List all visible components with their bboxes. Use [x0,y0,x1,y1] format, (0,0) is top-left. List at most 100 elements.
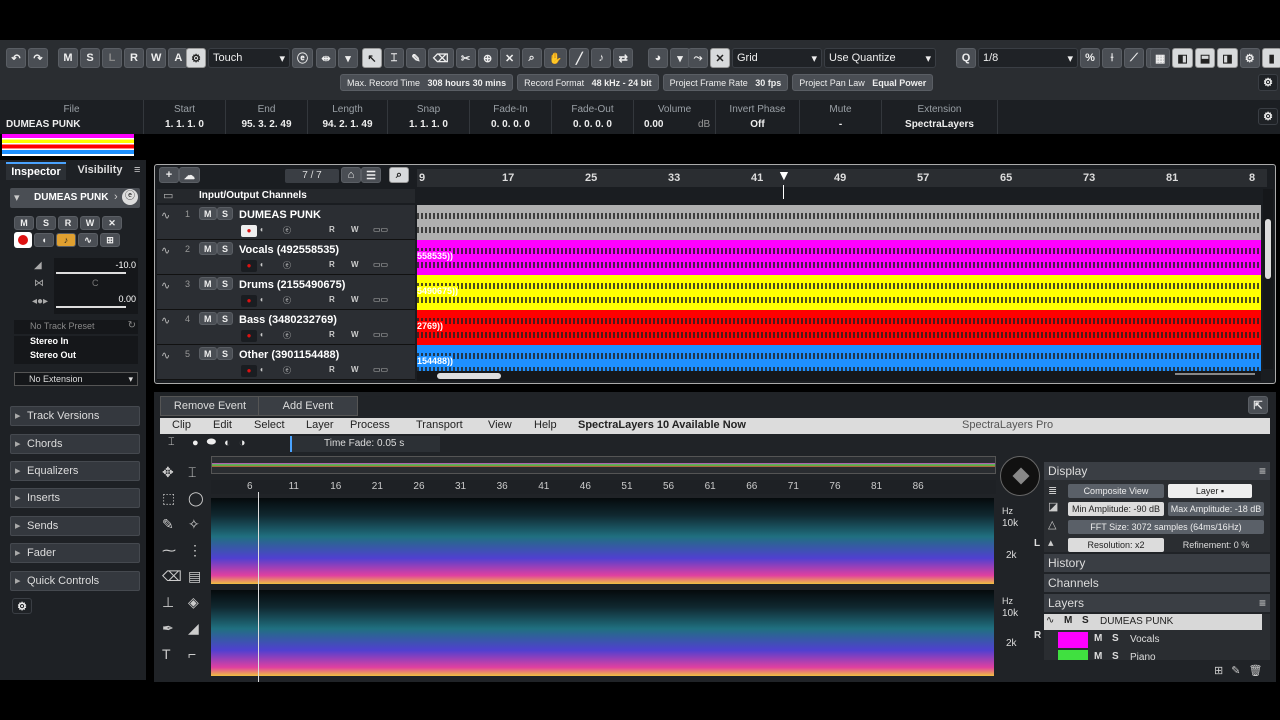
eyedropper-icon[interactable]: ⌐ [188,646,196,662]
automation-mode-select[interactable]: Touch ▾ [208,48,290,68]
layer-mute-button[interactable]: M [1064,615,1072,626]
timeline-ruler[interactable]: 9 17 25 33 41 49 57 65 73 81 8 [417,169,1267,187]
add-event-button[interactable]: Add Event [258,396,358,416]
layer-solo-button[interactable]: S [1082,615,1089,626]
spectrogram-left[interactable] [211,498,994,584]
extension-select[interactable]: No Extension ▾ [14,372,138,386]
line-select-icon[interactable]: ⁓ [162,542,176,559]
layer-mute-button[interactable]: M [1094,651,1102,660]
menu-transport[interactable]: Transport [416,419,463,431]
section-track-versions[interactable]: Track Versions [10,406,140,426]
track-write-button[interactable]: W [351,330,359,339]
edit-icon[interactable]: ⓔ [122,189,138,205]
track-channel-icon[interactable]: ▭▭ [373,330,388,339]
snap-mode-icon[interactable]: ⇹ [316,48,336,68]
settings-icon[interactable]: ⚙ [1239,48,1260,68]
menu-select[interactable]: Select [254,419,285,431]
monitor-icon[interactable]: ◖ [34,233,54,247]
track-monitor-icon[interactable]: ◖ [259,225,264,234]
audio-event[interactable]: 2769)) [417,310,1261,345]
track-write-button[interactable]: W [351,225,359,234]
volume-slider[interactable] [56,272,126,274]
layer-solo-button[interactable]: S [1112,633,1119,644]
info-length[interactable]: Length 94. 2. 1. 49 [308,100,388,134]
pencil-tool-icon[interactable]: ✎ [406,48,426,68]
eraser-icon[interactable]: ⌫ [162,568,182,585]
dot-small-icon[interactable]: ● [192,437,199,449]
color-dropdown-icon[interactable]: ▾ [670,48,690,68]
add-track-icon[interactable]: + [159,167,179,183]
home-icon[interactable]: ⌂ [341,167,361,183]
track-mute-button[interactable]: M [199,207,217,220]
info-snap[interactable]: Snap 1. 1. 1. 0 [388,100,470,134]
menu-help[interactable]: Help [534,419,557,431]
track-name[interactable]: DUMEAS PUNK [239,209,321,221]
track-record-icon[interactable]: ● [241,225,257,237]
play-tool-icon[interactable]: ♪ [591,48,612,68]
time-fade-field[interactable]: Time Fade: 0.05 s [290,436,440,452]
range-tool-icon[interactable]: ⌶ [384,48,404,68]
track-mute-button[interactable]: M [199,242,217,255]
v-scroll-thumb[interactable] [1265,219,1271,279]
h-scrollbar[interactable] [417,371,1261,381]
track-solo-button[interactable]: S [217,277,234,290]
text-tool-icon[interactable]: T [162,646,171,662]
erase-tool-icon[interactable]: ⌫ [428,48,454,68]
pick-icon[interactable]: ◢ [188,620,199,637]
dot-wide-icon[interactable]: ⬬ [207,436,216,449]
track-write-button[interactable]: W [351,260,359,269]
toggle2-icon[interactable]: ◑ [239,437,246,449]
input-routing[interactable]: Stereo In [14,336,138,350]
rect-select-icon[interactable]: ⬚ [162,490,175,507]
window-layout-icon[interactable]: ▮ [1261,48,1280,68]
menu-layer[interactable]: Layer [306,419,334,431]
send-slider[interactable] [56,306,126,308]
lower-zone-icon[interactable]: ⬓ [1194,48,1216,68]
split-tool-icon[interactable]: ✂ [455,48,476,68]
tab-inspector[interactable]: Inspector [6,162,66,180]
track-header[interactable]: ∿ 3 M S Drums (2155490675) ● ◖ ⓔ R W ▭▭ [157,275,415,310]
time-select-icon[interactable]: ⌶ [188,464,196,481]
track-solo-button[interactable]: S [217,207,234,220]
solo-all-button[interactable]: S [80,48,100,68]
spectral-ruler[interactable]: 6 11 16 21 26 31 36 41 46 51 56 61 66 71 76 81 86 [211,480,996,494]
layer-item[interactable]: M S Vocals [1058,632,1262,648]
spectral-overview[interactable] [211,456,996,474]
record-enable-icon[interactable] [14,232,32,248]
section-sends[interactable]: Sends [10,516,140,536]
audio-event[interactable]: 5490675)) [417,275,1261,310]
track-write-button[interactable]: W [351,295,359,304]
resolution-slider[interactable]: Resolution: x2 [1068,538,1164,552]
info-volume[interactable]: Volume 0.00 dB [634,100,716,134]
track-write-button[interactable]: W [351,365,359,374]
spectrogram-right[interactable] [211,590,994,676]
zoom-tool-icon[interactable]: ⌕ [521,48,542,68]
move-tool-icon[interactable]: ✥ [162,464,174,481]
search-icon[interactable]: ⌕ [389,167,409,183]
fft-size-slider[interactable]: FFT Size: 3072 samples (64ms/16Hz) [1068,520,1264,534]
track-mute-button[interactable]: M [199,277,217,290]
folder-track[interactable]: ▭ Input/Output Channels [157,189,415,203]
cursor-tool-icon[interactable]: ⌶ [168,436,184,449]
layer-mode-button[interactable]: Layer ▪ [1168,484,1252,498]
comp-tool-icon[interactable]: ✋ [543,48,568,68]
history-panel-header[interactable]: History [1044,554,1270,572]
stamp-icon[interactable]: ⊥ [162,594,174,611]
track-mute-button[interactable]: M [199,347,217,360]
min-amplitude-slider[interactable]: Min Amplitude: -90 dB [1068,502,1164,516]
right-zone-icon[interactable]: ◨ [1217,48,1238,68]
mute-all-button[interactable]: M [58,48,78,68]
infoline-settings-icon[interactable]: ⚙ [1258,108,1278,125]
menu-view[interactable]: View [488,419,512,431]
inspector-solo-button[interactable]: S [36,216,56,230]
track-read-button[interactable]: R [329,295,335,304]
grid-icon[interactable]: ✕ [710,48,730,68]
toggle-icon[interactable]: ◐ [224,437,231,449]
playhead-marker-icon[interactable]: ▼ [777,167,791,183]
info-invert[interactable]: Invert Phase Off [716,100,800,134]
lasso-icon[interactable]: ◯ [188,490,204,507]
left-zone-icon[interactable]: ◧ [1172,48,1193,68]
mute-tool-icon[interactable]: ✕ [499,48,520,68]
inspector-lock-icon[interactable]: ✕ [102,216,122,230]
tab-visibility[interactable]: Visibility [72,164,128,180]
